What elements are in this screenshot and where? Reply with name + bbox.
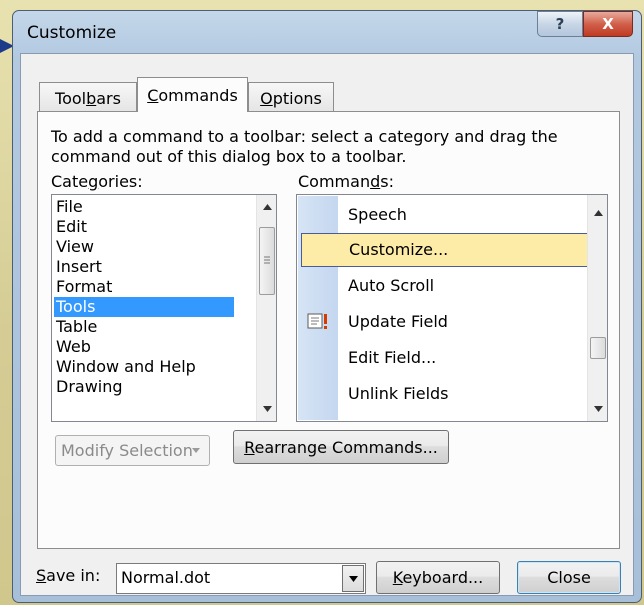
list-item[interactable]: Insert [54,257,234,277]
save-in-dropdown-button[interactable] [342,565,364,592]
save-in-combobox[interactable]: Normal.dot [116,563,366,594]
update-field-icon [307,313,327,329]
close-label: Close [547,568,591,587]
list-item[interactable]: Window and Help [54,357,234,377]
help-icon: ? [555,15,565,33]
close-icon: X [602,15,614,33]
scroll-up-arrow-icon[interactable] [588,203,608,223]
list-item[interactable]: Edit [54,217,234,237]
list-item[interactable]: Table [54,317,234,337]
list-item[interactable]: Drawing [54,377,234,397]
instruction-text: To add a command to a toolbar: select a … [51,127,558,166]
commands-label: Commands: [298,172,394,191]
tab-toolbars[interactable]: Toolbars [39,82,137,113]
list-item[interactable]: Format [54,277,234,297]
close-window-button[interactable]: X [583,11,633,37]
commands-scrollbar[interactable] [587,195,607,421]
commands-listbox[interactable]: Speech Customize... Auto Scroll Update F… [296,194,608,422]
list-item[interactable]: Web [54,337,234,357]
keyboard-label: Keyboard... [392,568,484,587]
title-bar[interactable]: Customize ? X [13,11,641,53]
tab-label: Toolbars [55,88,121,108]
save-in-value: Normal.dot [121,568,211,587]
list-item-highlighted[interactable]: Customize... [301,233,604,267]
list-item[interactable]: Unlink Fields [340,377,600,410]
modify-selection-label: Modify Selection [61,441,193,460]
modify-selection-button[interactable]: Modify Selection [55,435,210,466]
list-item[interactable]: File [54,197,234,217]
customize-dialog: Customize ? X Toolbars Commands Options … [12,10,642,603]
close-button[interactable]: Close [517,561,621,594]
categories-label: Categories: [51,172,143,191]
commands-tab-panel: To add a command to a toolbar: select a … [37,111,620,549]
rearrange-commands-label: Rearrange Commands... [244,437,438,457]
scroll-down-arrow-icon[interactable] [588,399,608,419]
categories-listbox[interactable]: File Edit View Insert Format Tools Table… [51,194,277,422]
scroll-down-arrow-icon[interactable] [257,399,277,419]
tab-commands[interactable]: Commands [137,77,248,112]
save-in-label: Save in: [36,566,101,585]
list-item[interactable]: Edit Field... [340,341,600,374]
list-item[interactable]: Update Field [340,305,600,338]
scroll-thumb[interactable] [590,337,606,359]
scroll-up-arrow-icon[interactable] [257,197,277,217]
dropdown-arrow-icon [348,575,358,582]
tab-label: Options [260,88,322,108]
dropdown-arrow-icon [192,448,200,453]
tab-options[interactable]: Options [248,82,334,113]
rearrange-commands-button[interactable]: Rearrange Commands... [233,430,449,464]
command-icon-strip [298,196,338,420]
scroll-thumb[interactable] [259,227,275,295]
list-item-selected[interactable]: Tools [54,297,234,317]
list-item[interactable]: Auto Scroll [340,269,600,302]
categories-scrollbar[interactable] [256,195,276,421]
list-item[interactable]: View [54,237,234,257]
dialog-client-area: Toolbars Commands Options To add a comma… [20,53,634,596]
help-button[interactable]: ? [537,11,583,37]
list-item[interactable]: Speech [340,198,600,231]
tab-label: Commands [147,85,238,105]
keyboard-button[interactable]: Keyboard... [376,561,500,594]
dialog-title: Customize [27,23,117,43]
